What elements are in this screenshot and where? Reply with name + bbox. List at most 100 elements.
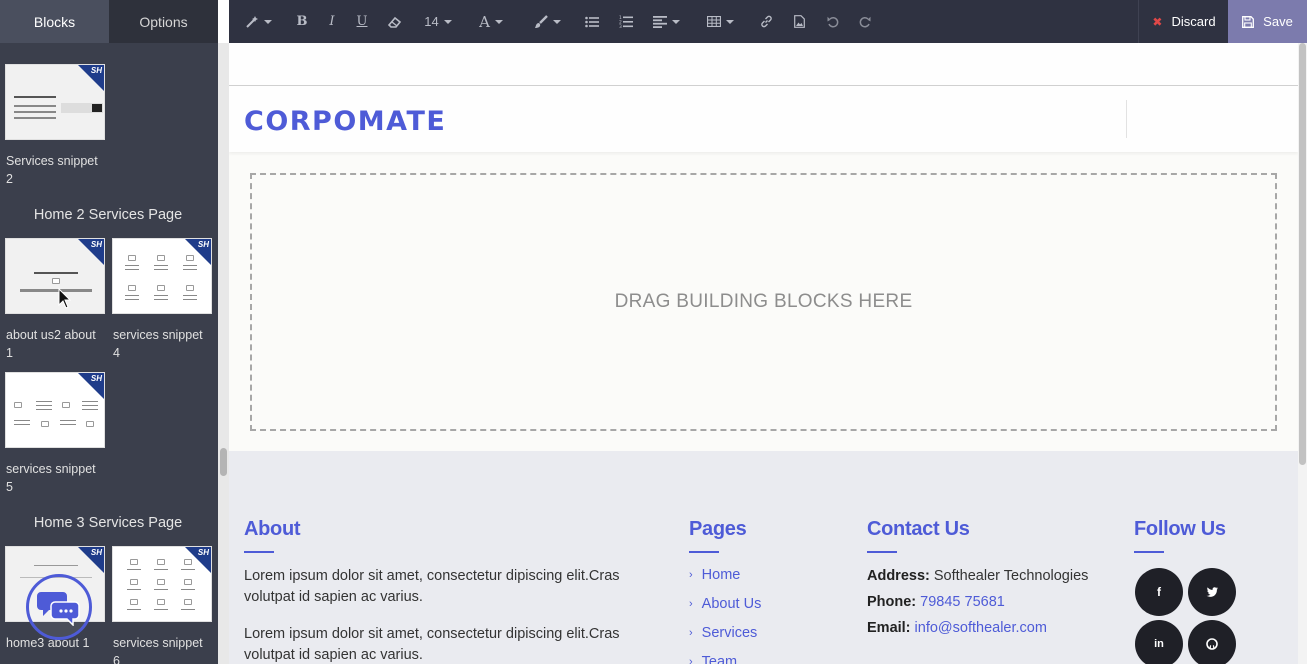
snippet-label: about us2 about 1	[6, 328, 96, 360]
snippet-thumbnail[interactable]: SH	[112, 238, 212, 314]
site-header: CORPOMATE	[229, 86, 1298, 152]
magic-wand-dropdown[interactable]	[229, 0, 287, 43]
italic-button[interactable]: I	[317, 0, 347, 43]
svg-text:3: 3	[619, 24, 622, 28]
link-label: Home	[701, 567, 741, 583]
tab-blocks[interactable]: Blocks	[0, 0, 109, 43]
footer-contact: Contact Us Address: Softhealer Technolog…	[867, 518, 1117, 641]
link-label: About Us	[701, 596, 762, 612]
bold-button[interactable]: B	[287, 0, 317, 43]
snippet-services-6[interactable]: SH services snippet 6	[112, 546, 212, 664]
twitter-icon[interactable]	[1188, 568, 1236, 616]
sh-badge: SH	[197, 240, 209, 249]
snippet-thumbnail[interactable]: SH	[5, 238, 105, 314]
linkedin-icon[interactable]: in	[1135, 620, 1183, 664]
live-chat-button[interactable]	[26, 574, 92, 640]
footer-link-team[interactable]: › Team	[689, 648, 839, 664]
discard-label: Discard	[1171, 14, 1216, 29]
footer-link-about-us[interactable]: › About Us	[689, 590, 839, 619]
footer-about-title: About	[244, 518, 301, 540]
drop-zone[interactable]: DRAG BUILDING BLOCKS HERE	[250, 173, 1277, 431]
footer-link-home[interactable]: › Home	[689, 561, 839, 590]
undo-button[interactable]	[817, 0, 849, 43]
editor-toolbar: B I U 14 A 123 ✖ Discard Save	[229, 0, 1307, 43]
section-heading: Home 3 Services Page	[33, 515, 183, 531]
canvas-scrollbar[interactable]	[1298, 43, 1307, 664]
facebook-icon[interactable]: f	[1135, 568, 1183, 616]
redo-button[interactable]	[849, 0, 881, 43]
numbered-list-icon: 123	[619, 15, 633, 28]
align-dropdown[interactable]	[643, 0, 689, 43]
sh-badge: SH	[197, 548, 209, 557]
redo-icon	[859, 16, 871, 27]
github-octocat-icon	[1206, 638, 1218, 650]
underline-button[interactable]: U	[347, 0, 377, 43]
footer-follow-title: Follow Us	[1134, 518, 1226, 540]
image-file-icon	[793, 15, 805, 28]
site-logo[interactable]: CORPOMATE	[244, 106, 446, 137]
highlight-color-dropdown[interactable]	[519, 0, 575, 43]
eraser-icon	[388, 16, 402, 28]
chevron-right-icon: ›	[689, 569, 693, 581]
link-icon	[760, 15, 772, 28]
tab-options[interactable]: Options	[109, 0, 218, 43]
about-paragraph: Lorem ipsum dolor sit amet, consectetur …	[244, 626, 620, 663]
editor-canvas[interactable]: CORPOMATE DRAG BUILDING BLOCKS HERE Abou…	[229, 43, 1298, 664]
chevron-right-icon: ›	[689, 656, 693, 664]
numbered-list-button[interactable]: 123	[609, 0, 643, 43]
top-bar	[229, 43, 1298, 86]
contact-phone: Phone: 79845 75681	[867, 594, 1005, 610]
snippet-thumbnail[interactable]: SH	[112, 546, 212, 622]
paint-brush-icon	[534, 14, 548, 28]
mouse-cursor-icon	[58, 288, 72, 309]
snippet-services-5[interactable]: SH services snippet 5	[5, 372, 105, 496]
save-label: Save	[1263, 14, 1293, 29]
link-label: Services	[701, 625, 758, 641]
snippet-thumbnail[interactable]: SH	[5, 372, 105, 448]
snippet-services-4[interactable]: SH services snippet 4	[112, 238, 212, 362]
github-icon[interactable]	[1188, 620, 1236, 664]
sh-badge: SH	[90, 66, 102, 75]
title-underline	[1134, 551, 1164, 553]
link-button[interactable]	[751, 0, 781, 43]
title-underline	[867, 551, 897, 553]
footer-about: About Lorem ipsum dolor sit amet, consec…	[244, 518, 664, 664]
table-dropdown[interactable]	[689, 0, 751, 43]
phone-link[interactable]: 79845 75681	[920, 594, 1005, 610]
close-icon: ✖	[1152, 14, 1163, 29]
title-underline	[244, 551, 274, 553]
sidebar-scrollbar[interactable]	[218, 43, 229, 664]
magic-wand-icon	[245, 15, 258, 28]
snippet-label: Services snippet 2	[6, 154, 98, 186]
snippet-about-us2-about-1[interactable]: SH about us2 about 1	[5, 238, 105, 362]
email-link[interactable]: info@softhealer.com	[915, 620, 1047, 636]
save-button[interactable]: Save	[1228, 0, 1307, 43]
chevron-right-icon: ›	[689, 627, 693, 639]
section-heading: Home 2 Services Page	[33, 207, 183, 223]
snippet-thumbnail[interactable]: SH	[5, 64, 105, 140]
chevron-right-icon: ›	[689, 598, 693, 610]
bullet-list-icon	[585, 16, 599, 27]
footer-pages: Pages › Home › About Us › Services › Team	[689, 518, 839, 664]
footer-link-services[interactable]: › Services	[689, 619, 839, 648]
about-paragraph: Lorem ipsum dolor sit amet, consectetur …	[244, 568, 620, 605]
snippet-label: services snippet 4	[113, 328, 203, 360]
snippet-label: services snippet 5	[6, 462, 96, 494]
snippet-services-2[interactable]: SH Services snippet 2	[5, 64, 105, 188]
insert-image-button[interactable]	[781, 0, 817, 43]
table-icon	[706, 16, 721, 27]
font-size-dropdown[interactable]: 14	[413, 0, 463, 43]
footer-contact-title: Contact Us	[867, 518, 970, 540]
contact-email: Email: info@softhealer.com	[867, 620, 1047, 636]
bullet-list-button[interactable]	[575, 0, 609, 43]
snippet-label: services snippet 6	[113, 636, 203, 664]
eraser-button[interactable]	[377, 0, 413, 43]
footer-pages-title: Pages	[689, 518, 747, 540]
align-left-icon	[652, 15, 667, 28]
header-divider	[1126, 100, 1127, 138]
font-size-value: 14	[424, 14, 439, 29]
sidebar-tabs: Blocks Options	[0, 0, 218, 43]
snippet-list[interactable]: SH Services snippet 2 Home 2 Services Pa…	[0, 43, 218, 664]
discard-button[interactable]: ✖ Discard	[1138, 0, 1229, 43]
font-color-dropdown[interactable]: A	[463, 0, 519, 43]
